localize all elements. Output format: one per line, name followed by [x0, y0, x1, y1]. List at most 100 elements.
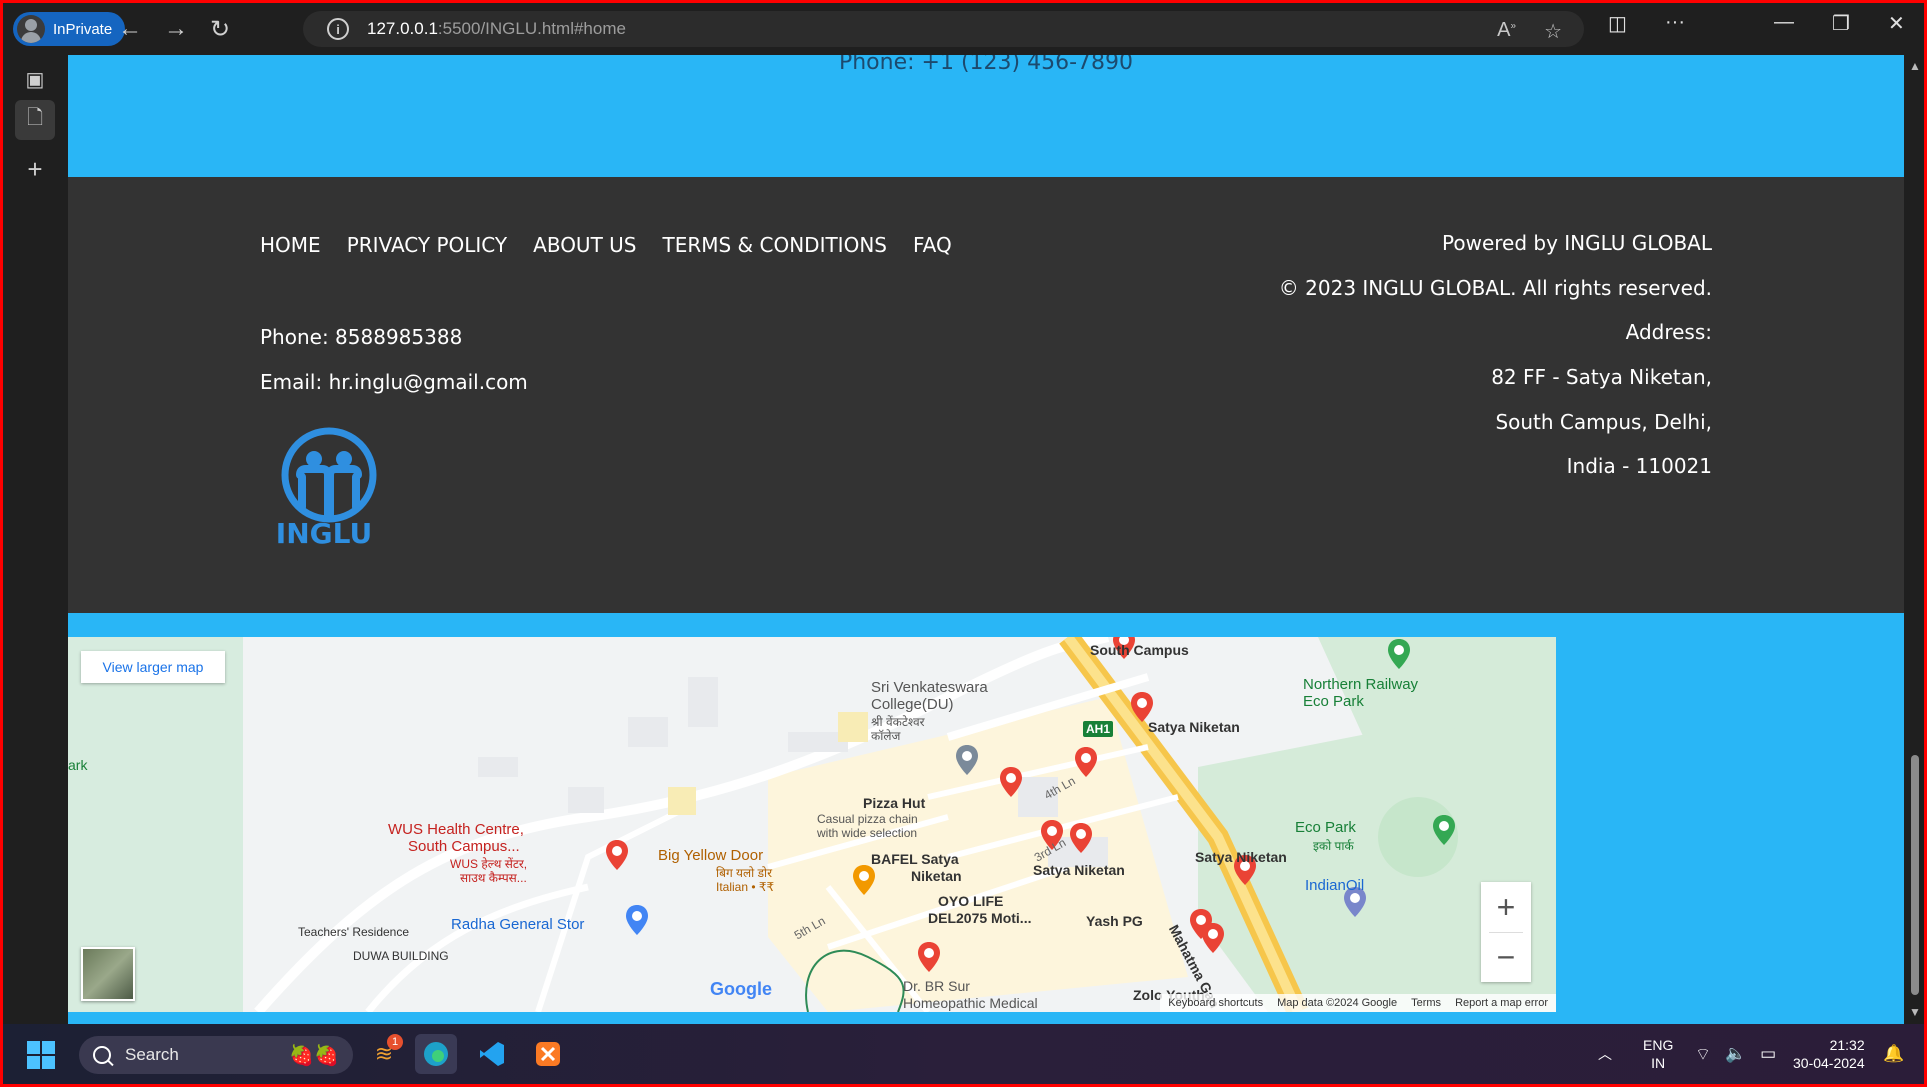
split-screen-icon[interactable]: ◫	[1608, 11, 1627, 36]
map-pin-icon[interactable]	[1000, 767, 1022, 797]
inglu-logo-text: INGLU	[275, 517, 373, 550]
site-footer: HOME PRIVACY POLICY ABOUT US TERMS & CONDIT…	[68, 177, 1904, 613]
view-larger-map-link[interactable]: View larger map	[81, 651, 225, 683]
scroll-up-icon[interactable]: ▲	[1909, 59, 1921, 73]
inglu-logo: INGLU	[274, 425, 384, 555]
footer-link-faq[interactable]: FAQ	[913, 229, 952, 261]
footer-address-label: Address:	[1625, 320, 1712, 345]
map-pin-icon[interactable]	[1202, 923, 1224, 953]
google-map-embed[interactable]: View larger map South Campus Sri Venkate…	[68, 637, 1556, 1012]
scrollbar-thumb[interactable]	[1911, 755, 1919, 995]
arrow-left-icon: ←	[118, 15, 142, 42]
clock-date: 30-04-2024	[1793, 1055, 1865, 1071]
windows-taskbar: Search 🍓🍓 ≋ 1 ︿ ENG IN ⌔ 🔈 ▭ 21:32 30-04…	[3, 1024, 1924, 1084]
footer-link-home[interactable]: HOME	[260, 229, 321, 261]
search-icon	[93, 1046, 111, 1064]
map-pin-icon[interactable]	[1388, 639, 1410, 669]
system-tray-icons[interactable]: ⌔ 🔈 ▭	[1695, 1024, 1776, 1084]
map-pin-icon[interactable]	[626, 905, 648, 935]
page-scrollbar[interactable]: ▲ ▼	[1906, 55, 1924, 1024]
address-bar[interactable]: i 127.0.0.1:5500/INGLU.html#home A» ☆	[303, 11, 1584, 47]
tab-actions-icon[interactable]: ▣	[21, 65, 49, 93]
windows-start-icon[interactable]	[27, 1041, 55, 1069]
taskbar-search[interactable]: Search 🍓🍓	[79, 1036, 353, 1074]
scroll-down-icon[interactable]: ▼	[1909, 1005, 1921, 1019]
arrow-right-icon: →	[164, 15, 188, 42]
page-viewport: Phone: +1 (123) 456-7890 HOME PRIVACY POL…	[68, 55, 1904, 1024]
map-pin-icon[interactable]	[606, 840, 628, 870]
contact-phone-text: Phone: +1 (123) 456-7890	[838, 55, 1134, 75]
map-pin-icon[interactable]	[1433, 815, 1455, 845]
map-label: IndianOil	[1305, 877, 1365, 894]
page-tab-icon[interactable]: 🗋	[15, 100, 55, 140]
map-label: South Campus...	[408, 838, 520, 855]
map-label: ark	[68, 757, 88, 773]
footer-link-privacy-policy[interactable]: PRIVACY POLICY	[347, 229, 507, 261]
map-label: कॉलेज	[871, 729, 901, 743]
restore-icon[interactable]: ❐	[1832, 11, 1850, 36]
clock[interactable]: 21:32 30-04-2024	[1793, 1024, 1865, 1084]
edge-taskbar-icon[interactable]	[415, 1034, 457, 1074]
zoom-out-button[interactable]: −	[1481, 932, 1531, 982]
footer-info: Powered by INGLU GLOBAL © 2023 INGLU GLO…	[1279, 229, 1712, 497]
footer-address-line-2: South Campus, Delhi,	[1495, 409, 1712, 434]
favorite-star-icon[interactable]: ☆	[1544, 19, 1562, 44]
notification-badge: 1	[387, 1034, 403, 1050]
forward-button[interactable]: →	[159, 13, 193, 45]
map-pin-icon[interactable]	[1131, 692, 1153, 722]
terms-link[interactable]: Terms	[1411, 997, 1441, 1009]
map-label: Yash PG	[1086, 913, 1143, 929]
map-label: Satya Niketan	[1195, 849, 1287, 865]
zoom-in-button[interactable]: +	[1481, 882, 1531, 932]
volume-icon: 🔈	[1724, 1044, 1747, 1063]
language-indicator[interactable]: ENG IN	[1643, 1024, 1673, 1084]
map-label: Radha General Stor	[451, 916, 585, 933]
footer-link-terms[interactable]: TERMS & CONDITIONS	[662, 229, 887, 261]
inprivate-button[interactable]: InPrivate	[13, 12, 125, 46]
keyboard-shortcuts-link[interactable]: Keyboard shortcuts	[1168, 997, 1263, 1009]
footer-link-about-us[interactable]: ABOUT US	[533, 229, 636, 261]
browser-toolbar: InPrivate ← → ↻ i 127.0.0.1:5500/INGLU.h…	[3, 3, 1924, 55]
screen: InPrivate ← → ↻ i 127.0.0.1:5500/INGLU.h…	[3, 3, 1924, 1084]
map-label: College(DU)	[871, 696, 954, 713]
new-tab-plus-icon[interactable]: +	[21, 154, 49, 184]
map-pin-icon[interactable]	[1070, 823, 1092, 853]
inprivate-label: InPrivate	[53, 20, 113, 38]
map-label: Eco Park	[1303, 693, 1364, 710]
map-pin-icon[interactable]	[918, 942, 940, 972]
report-error-link[interactable]: Report a map error	[1455, 997, 1548, 1009]
language-line-2: IN	[1651, 1055, 1666, 1071]
satellite-toggle[interactable]	[81, 947, 135, 1001]
map-label: WUS Health Centre,	[388, 821, 524, 838]
minimize-icon[interactable]: —	[1774, 11, 1794, 34]
footer-copyright: © 2023 INGLU GLOBAL. All rights reserved…	[1278, 275, 1712, 300]
map-label: Satya Niketan	[1148, 719, 1240, 735]
notifications-icon[interactable]: 🔔	[1883, 1024, 1904, 1084]
back-button[interactable]: ←	[113, 13, 147, 45]
clock-time: 21:32	[1829, 1037, 1865, 1053]
map-label: DEL2075 Moti...	[928, 910, 1032, 926]
map-pin-icon[interactable]	[956, 745, 978, 775]
site-info-icon[interactable]: i	[327, 18, 349, 40]
map-label: साउथ कैम्पस...	[460, 871, 527, 885]
xampp-taskbar-icon[interactable]	[527, 1034, 569, 1074]
map-label: South Campus	[1090, 642, 1189, 658]
refresh-button[interactable]: ↻	[203, 13, 237, 45]
footer-phone: Phone: 8588985388	[260, 325, 463, 349]
contact-section: Phone: +1 (123) 456-7890	[68, 55, 1904, 177]
profile-avatar-icon	[17, 15, 45, 43]
highway-shield: AH1	[1083, 721, 1114, 737]
map-label: Dr. BR Sur	[903, 978, 970, 994]
tray-overflow-icon[interactable]: ︿	[1598, 1024, 1612, 1084]
map-label: BAFEL Satya	[871, 851, 959, 867]
map-label: with wide selection	[817, 826, 918, 840]
map-pin-icon[interactable]	[1075, 747, 1097, 777]
url-path: :5500/INGLU.html#home	[437, 19, 626, 38]
read-aloud-icon[interactable]: A»	[1497, 19, 1516, 42]
more-options-icon[interactable]: ···	[1665, 11, 1685, 34]
map-label: Big Yellow Door	[658, 847, 764, 864]
vscode-taskbar-icon[interactable]	[471, 1034, 513, 1074]
close-icon[interactable]: ✕	[1888, 11, 1905, 36]
widgets-icon[interactable]: ≋ 1	[363, 1034, 405, 1074]
map-pin-icon[interactable]	[853, 865, 875, 895]
